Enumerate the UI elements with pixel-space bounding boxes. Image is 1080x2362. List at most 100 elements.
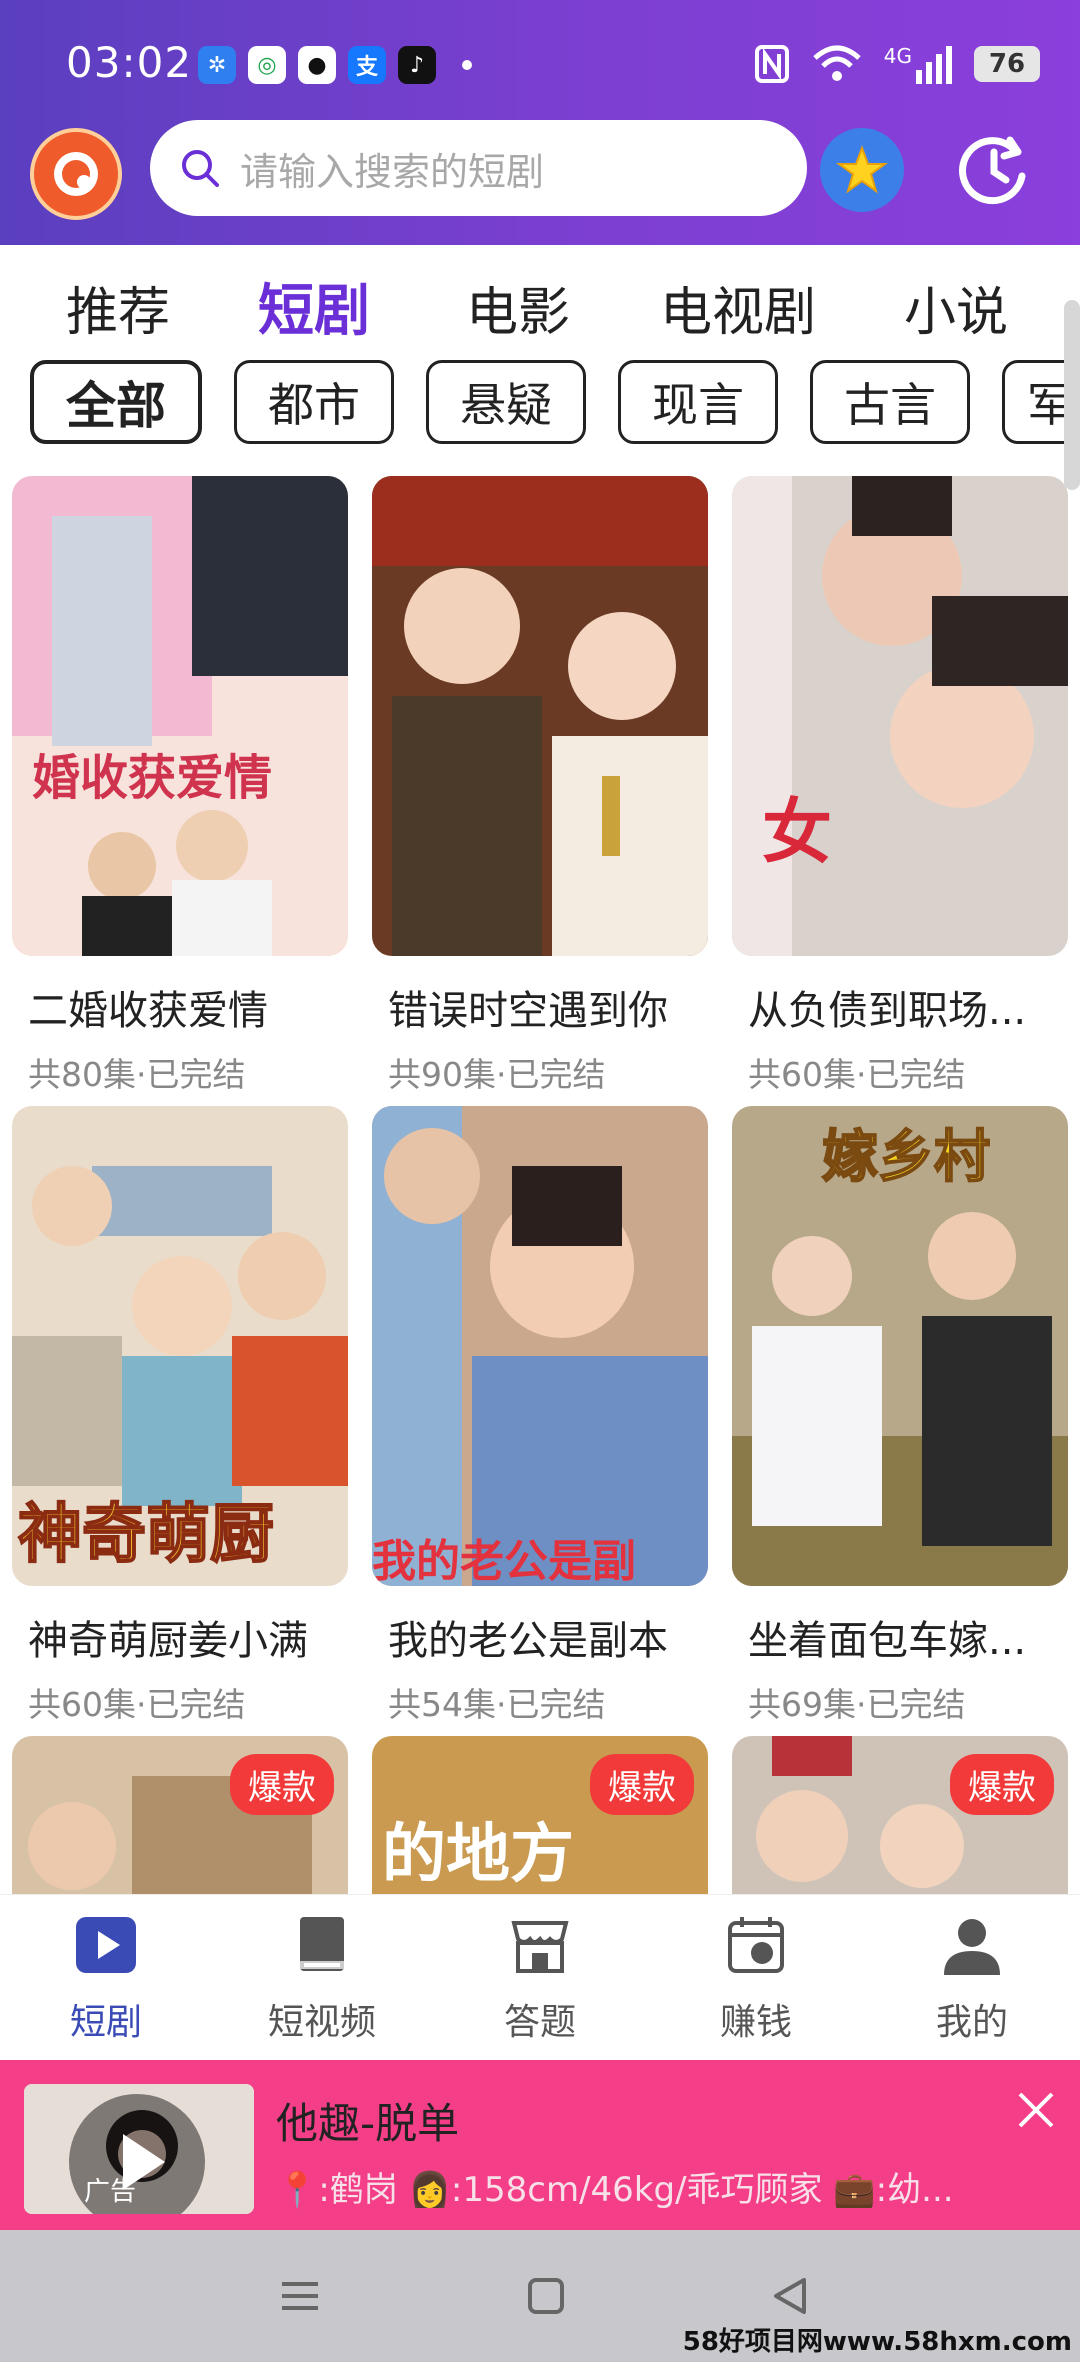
drama-card[interactable]: 我的老公是副 我的老公是副本 共54集·已完结 <box>372 1106 708 1726</box>
tab-recommend[interactable]: 推荐 <box>66 270 170 345</box>
drama-title: 神奇萌厨姜小满 <box>28 1618 308 1664</box>
tab-tv-series[interactable]: 电视剧 <box>660 270 816 345</box>
mobile-app-icon: ◎ <box>248 46 286 84</box>
drama-poster: 婚收获爱情 <box>12 476 348 956</box>
tab-movie[interactable]: 电影 <box>466 270 570 345</box>
book-icon <box>300 1917 344 1971</box>
nfc-icon <box>754 45 789 83</box>
nav-label: 我的 <box>935 2002 1008 2043</box>
drama-title: 从负债到职场... <box>748 988 1027 1034</box>
hot-badge: 爆款 <box>950 1754 1054 1815</box>
status-bar: 03:02 ✲ ◎ ● 支 ♪ 4G 76 <box>0 0 1080 120</box>
nav-short-video[interactable]: 短视频 <box>242 1913 402 2045</box>
ad-banner[interactable]: 广告 他趣-脱单 📍:鹤岗 👩:158cm/46kg/乖巧顾家 💼:幼... <box>0 2060 1080 2230</box>
drama-title: 坐着面包车嫁... <box>748 1618 1027 1664</box>
app-frame: 03:02 ✲ ◎ ● 支 ♪ 4G 76 请输入搜索的短剧 推荐 短剧 电影 … <box>0 0 1080 2362</box>
qq-app-icon: ● <box>298 46 336 84</box>
ad-subtitle: 📍:鹤岗 👩:158cm/46kg/乖巧顾家 💼:幼... <box>276 2170 954 2210</box>
search-bar[interactable]: 请输入搜索的短剧 <box>150 120 807 216</box>
drama-episode-info: 共69集·已完结 <box>748 1685 966 1724</box>
network-type: 4G <box>883 44 912 68</box>
drama-card[interactable]: 婚收获爱情 二婚收获爱情 共80集·已完结 <box>12 476 348 1096</box>
chip-ancient-romance[interactable]: 古言 <box>810 360 970 444</box>
drama-poster: 的地方 爆款 <box>372 1736 708 1894</box>
bottom-navigation: 短剧 短视频 答题 赚钱 我的 <box>0 1894 1080 2060</box>
drama-card[interactable]: 爆款 <box>732 1736 1068 1894</box>
drama-poster: 嫁乡村 <box>732 1106 1068 1586</box>
ad-thumbnail[interactable]: 广告 <box>24 2084 254 2214</box>
drama-title: 二婚收获爱情 <box>28 988 268 1034</box>
watermark: 58好项目网www.58hxm.com <box>682 2327 1072 2357</box>
drama-title: 错误时空遇到你 <box>388 988 668 1034</box>
poster-image: 神奇萌厨 <box>12 1106 348 1586</box>
app-header: 请输入搜索的短剧 <box>0 118 1080 238</box>
home-icon[interactable] <box>522 2272 570 2320</box>
drama-card[interactable]: 嫁乡村 坐着面包车嫁... 共69集·已完结 <box>732 1106 1068 1726</box>
drama-title: 我的老公是副本 <box>388 1618 668 1664</box>
drama-poster: 爆款 <box>12 1736 348 1894</box>
hot-badge: 爆款 <box>230 1754 334 1815</box>
nav-label: 赚钱 <box>719 2002 792 2043</box>
poster-title-text: 嫁乡村 <box>822 1124 990 1190</box>
close-icon[interactable] <box>1014 2088 1058 2132</box>
more-notifications-dot <box>462 60 472 70</box>
drama-card[interactable]: 神奇萌厨 神奇萌厨姜小满 共60集·已完结 <box>12 1106 348 1726</box>
drama-episode-info: 共54集·已完结 <box>388 1685 606 1724</box>
favorites-button[interactable] <box>820 128 904 212</box>
drama-poster: 我的老公是副 <box>372 1106 708 1586</box>
battery-indicator: 76 <box>974 46 1040 82</box>
back-icon[interactable] <box>766 2272 814 2320</box>
drama-card[interactable]: 爆款 <box>12 1736 348 1894</box>
pinwheel-app-icon: ✲ <box>198 46 236 84</box>
drama-episode-info: 共60集·已完结 <box>748 1055 966 1094</box>
nav-short-drama[interactable]: 短剧 <box>26 1913 186 2045</box>
poster-title-text: 婚收获爱情 <box>32 750 272 806</box>
poster-title-text: 女 <box>762 790 832 873</box>
drama-card[interactable]: 女 从负债到职场... 共60集·已完结 <box>732 476 1068 1096</box>
chip-all[interactable]: 全部 <box>30 360 202 444</box>
genre-filter-chips: 全部 都市 悬疑 现言 古言 军 <box>0 360 1080 450</box>
scrollbar[interactable] <box>1064 300 1080 490</box>
category-tabs: 推荐 短剧 电影 电视剧 小说 <box>0 260 1080 350</box>
nav-earn[interactable]: 赚钱 <box>676 1913 836 2045</box>
user-icon <box>944 1919 1000 1975</box>
nav-quiz[interactable]: 答题 <box>460 1913 620 2045</box>
history-icon[interactable] <box>954 130 1034 210</box>
logo-icon <box>54 152 98 196</box>
notification-icons: ✲ ◎ ● 支 ♪ <box>198 46 472 84</box>
nav-label: 短剧 <box>69 2002 142 2043</box>
tab-novel[interactable]: 小说 <box>904 270 1008 345</box>
drama-poster: 神奇萌厨 <box>12 1106 348 1586</box>
nav-label: 短视频 <box>267 2002 376 2043</box>
shop-icon <box>511 1921 569 1973</box>
nav-label: 答题 <box>503 2002 576 2043</box>
drama-episode-info: 共60集·已完结 <box>28 1685 246 1724</box>
calendar-coin-icon <box>728 1917 784 1973</box>
hot-badge: 爆款 <box>590 1754 694 1815</box>
play-icon <box>76 1917 136 1973</box>
search-icon <box>182 150 219 187</box>
drama-episode-info: 共80集·已完结 <box>28 1055 246 1094</box>
ad-title: 他趣-脱单 <box>276 2099 460 2148</box>
status-right: 4G 76 <box>754 44 1040 84</box>
star-icon <box>835 145 889 194</box>
drama-poster: 爆款 <box>732 1736 1068 1894</box>
drama-poster <box>372 476 708 956</box>
menu-icon[interactable] <box>276 2272 324 2320</box>
signal-indicator: 4G <box>884 44 952 84</box>
drama-card[interactable]: 错误时空遇到你 共90集·已完结 <box>372 476 708 1096</box>
drama-card[interactable]: 的地方 爆款 <box>372 1736 708 1894</box>
tab-short-drama[interactable]: 短剧 <box>258 266 370 347</box>
poster-title-text: 神奇萌厨 <box>18 1497 274 1572</box>
tiktok-app-icon: ♪ <box>398 46 436 84</box>
chip-suspense[interactable]: 悬疑 <box>426 360 586 444</box>
chip-modern-romance[interactable]: 现言 <box>618 360 778 444</box>
alipay-app-icon: 支 <box>348 46 386 84</box>
nav-profile[interactable]: 我的 <box>892 1913 1052 2045</box>
poster-image <box>372 476 708 956</box>
drama-episode-info: 共90集·已完结 <box>388 1055 606 1094</box>
poster-image: 婚收获爱情 <box>12 476 348 956</box>
chip-urban[interactable]: 都市 <box>234 360 394 444</box>
app-logo[interactable] <box>30 128 122 220</box>
poster-image: 嫁乡村 <box>732 1106 1068 1586</box>
